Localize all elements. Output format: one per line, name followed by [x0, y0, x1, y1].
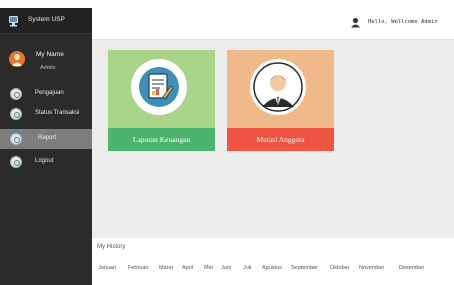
report-icon — [10, 133, 22, 145]
sidebar-item-label: Status Transaksi — [35, 110, 80, 116]
month-label: Juni — [221, 265, 232, 271]
history-section: My History Januari Februari Maret April … — [92, 238, 454, 285]
card-icon-circle — [250, 59, 306, 115]
top-bar: Hello, Wellcome Admin — [92, 8, 454, 40]
card-mutasi-anggota[interactable]: Mutasi Anggota — [227, 50, 334, 151]
month-label: Februari — [128, 265, 149, 271]
sidebar-brand[interactable]: System USP — [0, 8, 92, 34]
sidebar-item-pengajuan[interactable]: Pengajuan — [0, 84, 92, 104]
sidebar-item-status-transaksi[interactable]: Status Transaksi — [0, 104, 92, 124]
month-label: Maret — [159, 265, 174, 271]
month-label: Juli — [243, 265, 252, 271]
user-avatar-icon — [9, 51, 25, 67]
card-laporan-keuangan[interactable]: Laporan Keuangan — [108, 50, 215, 151]
month-label: Mei — [204, 265, 213, 271]
card-icon-circle — [131, 59, 187, 115]
user-profile[interactable]: My Name Admin — [0, 48, 92, 82]
admin-user-icon[interactable] — [350, 17, 361, 28]
month-label: Oktober — [330, 265, 350, 271]
sidebar-item-label: Pengajuan — [35, 90, 64, 96]
status-icon — [10, 108, 22, 120]
card-label: Mutasi Anggota — [227, 128, 334, 151]
welcome-greeting: Hello, Wellcome Admin — [368, 19, 438, 25]
month-label: November — [359, 265, 385, 271]
card-body — [108, 50, 215, 128]
sidebar: System USP My Name Admin Pengajuan Statu… — [0, 8, 92, 285]
logout-icon — [10, 156, 22, 168]
sidebar-item-logout[interactable]: Logout — [0, 152, 92, 172]
history-title: My History — [97, 244, 126, 250]
main-content: Laporan Keuangan Mutasi Anggota — [92, 40, 454, 238]
card-body — [227, 50, 334, 128]
sidebar-item-report[interactable]: Report — [0, 129, 92, 149]
month-label: April — [182, 265, 194, 271]
sidebar-item-label: Report — [38, 135, 57, 141]
document-icon — [10, 88, 22, 100]
financial-report-icon — [139, 67, 179, 107]
member-avatar-icon — [253, 62, 303, 112]
brand-title: System USP — [28, 16, 65, 23]
user-role: Admin — [40, 65, 56, 71]
month-label: Desember — [399, 265, 425, 271]
month-axis: Januari Februari Maret April Mei Juni Ju… — [92, 265, 454, 275]
user-name: My Name — [36, 51, 64, 58]
month-label: Januari — [98, 265, 117, 271]
month-label: Agustus — [262, 265, 282, 271]
card-label: Laporan Keuangan — [108, 128, 215, 151]
month-label: September — [291, 265, 318, 271]
monitor-icon — [9, 16, 18, 27]
sidebar-item-label: Logout — [35, 158, 54, 164]
